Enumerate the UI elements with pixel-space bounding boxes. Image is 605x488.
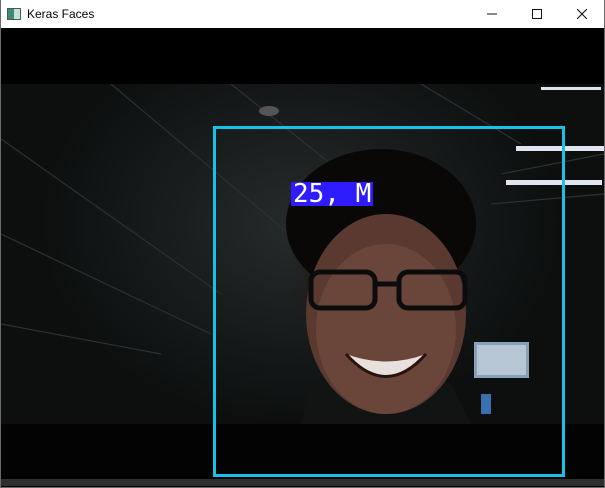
app-window: Keras Faces 25, M <box>0 0 605 488</box>
age-gender-label: 25, M <box>291 179 374 209</box>
minimize-button[interactable] <box>469 0 514 28</box>
close-icon <box>576 9 587 19</box>
face-detection-box <box>213 126 565 477</box>
video-canvas: 25, M <box>1 28 604 486</box>
window-controls <box>469 0 604 28</box>
maximize-icon <box>531 9 542 19</box>
maximize-button[interactable] <box>514 0 559 28</box>
window-status-strip <box>1 479 604 486</box>
window-title: Keras Faces <box>27 7 95 21</box>
app-icon <box>7 8 21 20</box>
title-bar[interactable]: Keras Faces <box>1 0 604 28</box>
minimize-icon <box>486 13 497 15</box>
close-button[interactable] <box>559 0 604 28</box>
